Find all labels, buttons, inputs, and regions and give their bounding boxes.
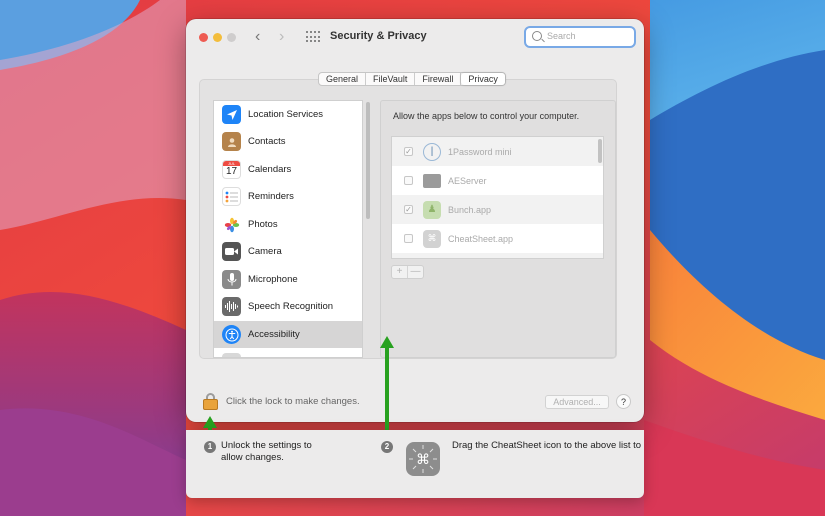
arrow-to-apps-list — [380, 336, 394, 441]
add-remove-buttons: + — — [391, 265, 424, 279]
step-1-text-line1: Unlock the settings to — [221, 440, 312, 451]
app-row-aeserver[interactable]: AEServer — [392, 166, 603, 195]
app-row-partial — [392, 253, 603, 258]
sidebar-item-partial — [214, 349, 362, 357]
lock-icon[interactable] — [203, 393, 219, 410]
apps-scrollbar[interactable] — [598, 139, 602, 163]
accessibility-icon — [222, 325, 241, 344]
reminders-icon — [222, 187, 241, 206]
app-checkbox-unchecked[interactable] — [404, 234, 413, 243]
calendar-icon: JUL 17 — [222, 160, 241, 179]
sidebar-item-calendars[interactable]: JUL 17 Calendars — [214, 156, 362, 183]
tab-filevault[interactable]: FileVault — [366, 73, 416, 85]
cheatsheet-icon: ⌘ — [423, 229, 441, 248]
sidebar-item-camera[interactable]: Camera — [214, 238, 362, 265]
sidebar-item-location-services[interactable]: Location Services — [214, 101, 362, 128]
microphone-icon — [222, 270, 241, 289]
sidebar-item-label: Camera — [248, 246, 282, 257]
sidebar-item-contacts[interactable]: Contacts — [214, 128, 362, 155]
app-checkbox-checked[interactable]: ✓ — [404, 205, 413, 214]
location-arrow-icon — [222, 105, 241, 124]
app-name: CheatSheet.app — [448, 233, 514, 244]
sidebar-item-label: Microphone — [248, 274, 298, 285]
app-row-bunch[interactable]: ✓ ♟ Bunch.app — [392, 195, 603, 224]
camera-icon — [222, 242, 241, 261]
title-bar: ‹ › Security & Privacy Search — [186, 19, 644, 57]
accessibility-detail-panel: Allow the apps below to control your com… — [380, 100, 616, 358]
aeserver-icon — [423, 173, 441, 188]
tab-firewall[interactable]: Firewall — [415, 73, 462, 85]
tab-general[interactable]: General — [319, 73, 367, 85]
sidebar-item-label: Calendars — [248, 164, 292, 175]
add-app-button[interactable]: + — [392, 266, 408, 278]
privacy-category-list[interactable]: Location Services Contacts JUL 17 Calend… — [213, 100, 363, 358]
calendar-day: 17 — [225, 166, 238, 177]
forward-chevron-icon[interactable]: › — [279, 29, 284, 45]
sidebar-item-label: Photos — [248, 219, 278, 230]
photos-icon — [222, 215, 241, 234]
1password-icon: | — [423, 142, 441, 161]
app-name: AEServer — [448, 175, 487, 186]
app-name: Bunch.app — [448, 204, 492, 215]
app-checkbox-unchecked[interactable] — [404, 176, 413, 185]
search-placeholder: Search — [547, 31, 576, 41]
tab-bar: General FileVault Firewall Privacy — [318, 72, 506, 86]
contacts-icon — [222, 132, 241, 151]
help-button[interactable]: ? — [616, 394, 631, 409]
step-2-text: Drag the CheatSheet icon to the above li… — [452, 440, 644, 451]
sidebar-item-label: Contacts — [248, 136, 286, 147]
sidebar-item-speech-recognition[interactable]: Speech Recognition — [214, 293, 362, 320]
sidebar-item-label: Accessibility — [248, 329, 300, 340]
step-2-badge: 2 — [381, 441, 393, 453]
allow-apps-description: Allow the apps below to control your com… — [393, 111, 580, 121]
sidebar-item-microphone[interactable]: Microphone — [214, 266, 362, 293]
app-row-1password-mini[interactable]: ✓ | 1Password mini — [392, 137, 603, 166]
zoom-window-button[interactable] — [227, 33, 236, 42]
sidebar-item-label: Location Services — [248, 109, 323, 120]
sidebar-item-label: Speech Recognition — [248, 301, 334, 312]
lock-instruction-text: Click the lock to make changes. — [226, 396, 360, 407]
security-privacy-window: ‹ › Security & Privacy Search General Fi… — [186, 19, 644, 422]
close-window-button[interactable] — [199, 33, 208, 42]
cheatsheet-instructions-panel: 1 Unlock the settings to allow changes. … — [186, 430, 644, 498]
sidebar-item-label: Reminders — [248, 191, 294, 202]
app-checkbox-checked[interactable]: ✓ — [404, 147, 413, 156]
sidebar-item-accessibility[interactable]: Accessibility — [214, 321, 362, 348]
tab-privacy[interactable]: Privacy — [461, 73, 505, 85]
speech-waveform-icon — [222, 297, 241, 316]
partial-item-icon — [222, 353, 241, 357]
search-icon — [532, 31, 542, 41]
cheatsheet-drag-icon[interactable]: ⌘ — [406, 442, 440, 476]
show-all-grid-icon[interactable] — [306, 31, 320, 43]
advanced-button[interactable]: Advanced... — [545, 395, 609, 409]
apps-list[interactable]: ✓ | 1Password mini AEServer ✓ ♟ Bunch.ap… — [391, 136, 604, 259]
sidebar-item-reminders[interactable]: Reminders — [214, 183, 362, 210]
back-chevron-icon[interactable]: ‹ — [255, 29, 260, 45]
step-1-text-line2: allow changes. — [221, 452, 284, 463]
app-name: 1Password mini — [448, 146, 512, 157]
minimize-window-button[interactable] — [213, 33, 222, 42]
app-row-cheatsheet[interactable]: ⌘ CheatSheet.app — [392, 224, 603, 253]
remove-app-button[interactable]: — — [408, 266, 423, 278]
step-1-badge: 1 — [204, 441, 216, 453]
window-title: Security & Privacy — [330, 30, 427, 42]
bunch-icon: ♟ — [423, 200, 441, 219]
search-input[interactable]: Search — [524, 26, 636, 48]
sidebar-scrollbar[interactable] — [366, 102, 370, 219]
sidebar-item-photos[interactable]: Photos — [214, 211, 362, 238]
